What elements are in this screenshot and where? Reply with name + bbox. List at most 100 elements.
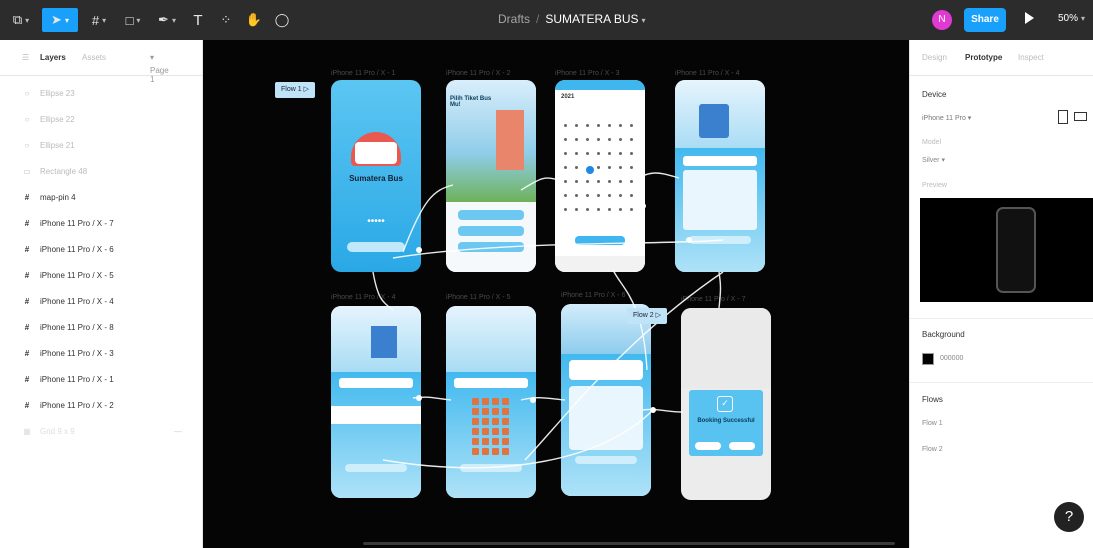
divider [910, 382, 1093, 383]
layer-row[interactable]: # iPhone 11 Pro / X - 4 [0, 288, 202, 314]
tab-prototype[interactable]: Prototype [965, 53, 1002, 62]
flow-start-tag[interactable]: Flow 2 ▷ [627, 308, 667, 324]
prototype-connections [372, 172, 724, 469]
frame-icon: # [24, 270, 30, 280]
hand-tool-icon[interactable]: ✋ [242, 8, 266, 32]
layer-name: Ellipse 23 [40, 88, 75, 98]
connection-line[interactable] [520, 177, 559, 191]
layer-row[interactable]: # iPhone 11 Pro / X - 3 [0, 340, 202, 366]
layer-row[interactable]: # iPhone 11 Pro / X - 8 [0, 314, 202, 340]
components-icon[interactable]: ⁘ [214, 8, 238, 32]
layer-name: Rectangle 48 [40, 166, 88, 176]
connection-line[interactable] [642, 408, 684, 413]
present-play-icon[interactable] [1025, 12, 1034, 24]
breadcrumb-drafts[interactable]: Drafts [498, 12, 530, 26]
layer-row[interactable]: # iPhone 11 Pro / X - 6 [0, 236, 202, 262]
connection-line[interactable] [382, 409, 654, 469]
layer-row[interactable]: # iPhone 11 Pro / X - 2 [0, 392, 202, 418]
layer-name: iPhone 11 Pro / X - 6 [40, 244, 114, 254]
preview-label: Preview [922, 182, 947, 189]
landscape-icon[interactable] [1074, 112, 1087, 121]
flow-item[interactable]: Flow 2 [922, 446, 943, 453]
connection-line[interactable] [372, 271, 394, 311]
frame-icon: # [24, 192, 30, 202]
shape-icon: ▭ [23, 166, 31, 176]
frame-icon: # [24, 348, 30, 358]
pen-tool-icon[interactable]: ✒ ▾ [152, 8, 182, 32]
layer-row[interactable]: ○ Ellipse 21 [0, 132, 202, 158]
comment-tool-icon[interactable]: ◯ [270, 8, 294, 32]
background-value[interactable]: 000000 [940, 355, 963, 362]
layer-row[interactable]: ○ Ellipse 23 [0, 80, 202, 106]
breadcrumb-separator: / [536, 12, 540, 26]
figma-app: ⧉ ▾ ➤ ▾ # ▾ □ ▾ ✒ ▾ T ⁘ ✋ ◯ Drafts / SUMATERA B… [0, 0, 1093, 548]
connection-node[interactable] [530, 397, 536, 403]
main-menu-icon[interactable]: ⧉ ▾ [6, 8, 36, 32]
frame-icon: # [24, 322, 30, 332]
frame-icon: # [24, 374, 30, 384]
connection-line[interactable] [632, 172, 680, 181]
layer-row[interactable]: ○ Ellipse 22 [0, 106, 202, 132]
layer-hidden-indicator[interactable]: — [174, 427, 182, 436]
frame-icon: # [24, 400, 30, 410]
avatar[interactable]: N [932, 10, 952, 30]
connection-line[interactable] [718, 271, 722, 309]
background-swatch[interactable] [922, 353, 934, 365]
shape-icon: ○ [24, 140, 30, 150]
portrait-icon[interactable] [1058, 110, 1068, 124]
model-select[interactable]: Silver ▾ [922, 156, 945, 164]
frame-icon: # [24, 244, 30, 254]
connection-line[interactable] [520, 397, 566, 401]
connection-line[interactable] [392, 239, 724, 259]
text-tool-icon[interactable]: T [186, 8, 210, 32]
divider [910, 318, 1093, 319]
device-label: Device [922, 90, 947, 99]
flow-start-tag[interactable]: Flow 1 ▷ [275, 82, 315, 98]
layer-name: iPhone 11 Pro / X - 3 [40, 348, 114, 358]
flow-item[interactable]: Flow 1 [922, 420, 943, 427]
file-name[interactable]: SUMATERA BUS [545, 12, 638, 26]
layer-row[interactable]: # map-pin 4 [0, 184, 202, 210]
device-preview [920, 198, 1093, 302]
chevron-down-icon[interactable]: ▾ [642, 16, 646, 25]
layer-name: Ellipse 22 [40, 114, 75, 124]
connection-node[interactable] [650, 407, 656, 413]
device-select[interactable]: iPhone 11 Pro ▾ [922, 114, 971, 122]
move-tool-icon[interactable]: ➤ ▾ [42, 8, 78, 32]
top-toolbar: ⧉ ▾ ➤ ▾ # ▾ □ ▾ ✒ ▾ T ⁘ ✋ ◯ Drafts / SUMATERA B… [0, 0, 1093, 40]
connection-node[interactable] [416, 395, 422, 401]
properties-panel: Design Prototype Inspect Device iPhone 1… [909, 40, 1093, 548]
canvas-scrollbar[interactable] [363, 542, 895, 545]
layer-name: iPhone 11 Pro / X - 4 [40, 296, 114, 306]
frame-tool-icon[interactable]: # ▾ [84, 8, 114, 32]
connection-node[interactable] [640, 203, 646, 209]
zoom-level[interactable]: 50% ▾ [1058, 13, 1085, 24]
grid-icon: ▦ [23, 426, 31, 436]
layer-row[interactable]: # iPhone 11 Pro / X - 5 [0, 262, 202, 288]
layer-name: iPhone 11 Pro / X - 5 [40, 270, 114, 280]
layer-name: iPhone 11 Pro / X - 8 [40, 322, 114, 332]
connection-line[interactable] [402, 184, 454, 253]
help-button[interactable]: ? [1054, 502, 1084, 532]
frame-icon: # [24, 296, 30, 306]
tab-layers[interactable]: Layers [40, 53, 66, 62]
layer-name: map-pin 4 [40, 192, 76, 202]
connection-node[interactable] [686, 237, 692, 243]
layers-tab-icon: ☰ [22, 53, 30, 62]
layer-row[interactable]: # iPhone 11 Pro / X - 7 [0, 210, 202, 236]
tab-design[interactable]: Design [922, 53, 947, 62]
share-button[interactable]: Share [964, 8, 1006, 32]
tab-inspect[interactable]: Inspect [1018, 53, 1044, 62]
design-canvas[interactable]: iPhone 11 Pro / X - 1 iPhone 11 Pro / X -… [203, 40, 909, 548]
layer-row[interactable]: ▦ Grid 9 x 9 — [0, 418, 202, 444]
layers-panel-tabs: ☰ Layers Assets Page 1 ▾ [0, 40, 202, 84]
page-selector[interactable]: Page 1 ▾ [150, 53, 169, 84]
layer-row[interactable]: # iPhone 11 Pro / X - 1 [0, 366, 202, 392]
model-label: Model [922, 139, 942, 146]
connection-node[interactable] [416, 247, 422, 253]
shape-tool-icon[interactable]: □ ▾ [118, 8, 148, 32]
breadcrumb: Drafts / SUMATERA BUS ▾ [498, 12, 646, 26]
background-label: Background [922, 330, 965, 339]
layer-row[interactable]: ▭ Rectangle 48 [0, 158, 202, 184]
tab-assets[interactable]: Assets [82, 53, 106, 62]
